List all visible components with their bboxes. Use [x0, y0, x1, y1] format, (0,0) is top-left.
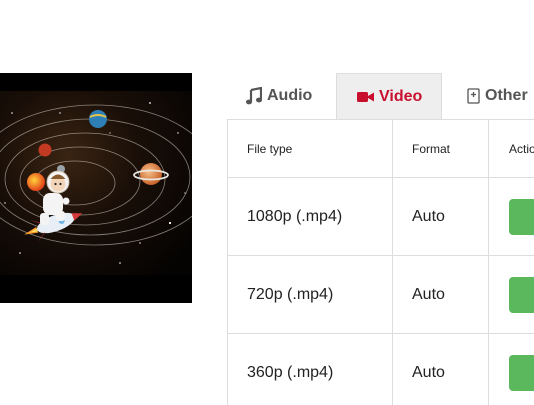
table-row: 1080p (.mp4) Auto	[227, 177, 534, 256]
header-action: Action	[488, 119, 534, 178]
music-note-icon	[246, 87, 262, 105]
download-options-table: File type Format Action 1080p (.mp4) Aut…	[227, 119, 534, 405]
tab-other-label: Other	[485, 87, 528, 104]
row-file-type: 360p (.mp4)	[227, 333, 393, 405]
format-tabs: Audio Video Other	[227, 73, 534, 119]
row-file-type: 720p (.mp4)	[227, 255, 393, 334]
video-thumbnail	[0, 73, 192, 303]
tab-video[interactable]: Video	[336, 73, 442, 119]
tab-other[interactable]: Other	[467, 73, 528, 119]
row-action-cell	[488, 333, 534, 405]
row-action-cell	[488, 177, 534, 256]
header-file-type: File type	[227, 119, 393, 178]
download-button[interactable]	[509, 198, 534, 235]
table-header-row: File type Format Action	[227, 119, 534, 178]
table-row: 720p (.mp4) Auto	[227, 255, 534, 334]
download-button[interactable]	[509, 276, 534, 313]
row-action-cell	[488, 255, 534, 334]
download-button[interactable]	[509, 354, 534, 391]
tab-audio[interactable]: Audio	[246, 73, 312, 119]
video-camera-icon	[357, 91, 374, 103]
space-astronaut-illustration	[0, 91, 192, 275]
tab-audio-label: Audio	[267, 87, 313, 104]
row-format: Auto	[392, 177, 489, 256]
header-format: Format	[392, 119, 489, 178]
row-format: Auto	[392, 333, 489, 405]
row-file-type: 1080p (.mp4)	[227, 177, 393, 256]
tab-video-label: Video	[379, 87, 423, 105]
table-row: 360p (.mp4) Auto	[227, 333, 534, 405]
row-format: Auto	[392, 255, 489, 334]
file-icon	[467, 88, 480, 104]
